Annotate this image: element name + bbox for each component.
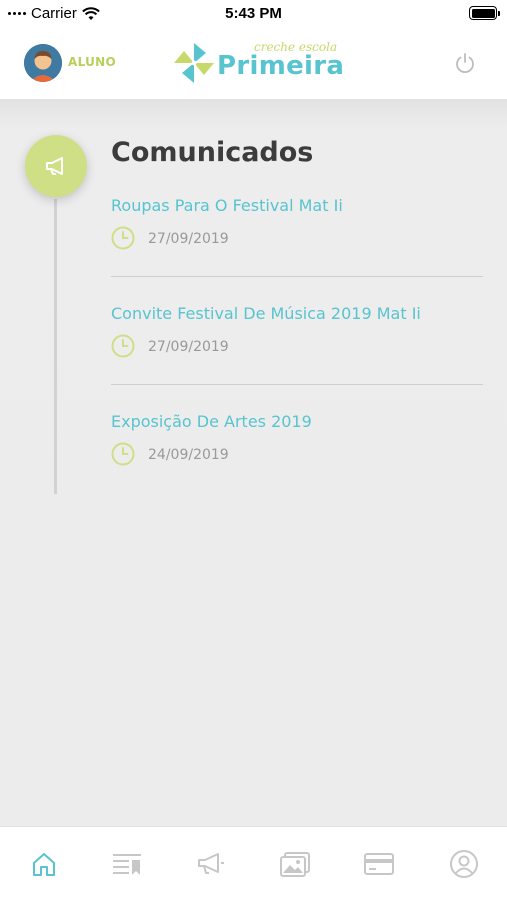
tab-list[interactable] <box>110 847 144 881</box>
battery-icon <box>469 6 500 20</box>
divider <box>111 276 483 277</box>
clock-icon <box>111 442 135 466</box>
list-bookmark-icon <box>113 854 141 875</box>
tab-profile[interactable] <box>447 847 481 881</box>
app-header: ALUNO creche escola Primeira <box>0 28 507 99</box>
megaphone-icon <box>198 853 224 874</box>
status-time: 5:43 PM <box>225 5 282 22</box>
megaphone-icon <box>46 157 63 175</box>
clock-icon <box>111 226 135 250</box>
status-bar: Carrier 5:43 PM <box>0 0 507 28</box>
list-item[interactable]: Roupas Para O Festival Mat Ii 27/09/2019 <box>111 196 483 304</box>
clock-icon <box>111 334 135 358</box>
category-badge <box>25 135 87 197</box>
tab-communications[interactable] <box>193 847 227 881</box>
card-icon <box>364 853 394 875</box>
page-title: Comunicados <box>111 137 314 168</box>
divider <box>111 384 483 385</box>
tab-payments[interactable] <box>362 847 396 881</box>
user-role-label: ALUNO <box>68 55 116 69</box>
tab-home[interactable] <box>27 847 61 881</box>
home-icon <box>33 853 55 876</box>
gallery-icon <box>280 852 310 877</box>
list-item[interactable]: Convite Festival De Música 2019 Mat Ii 2… <box>111 304 483 412</box>
tab-gallery[interactable] <box>278 847 312 881</box>
power-icon[interactable] <box>453 51 477 75</box>
news-title[interactable]: Convite Festival De Música 2019 Mat Ii <box>111 304 421 323</box>
main-content: Comunicados Roupas Para O Festival Mat I… <box>0 99 507 826</box>
pinwheel-logo-icon <box>174 43 214 83</box>
logo-wordmark: Primeira <box>217 51 345 81</box>
app-logo: creche escola Primeira <box>170 38 344 88</box>
news-title[interactable]: Roupas Para O Festival Mat Ii <box>111 196 343 215</box>
avatar-person-icon <box>24 44 62 82</box>
news-date: 27/09/2019 <box>148 231 229 247</box>
news-date: 27/09/2019 <box>148 339 229 355</box>
list-item[interactable]: Exposição De Artes 2019 24/09/2019 <box>111 412 483 520</box>
avatar[interactable] <box>24 44 62 82</box>
timeline-line <box>54 199 57 494</box>
news-date: 24/09/2019 <box>148 447 229 463</box>
news-title[interactable]: Exposição De Artes 2019 <box>111 412 312 431</box>
profile-icon <box>450 850 478 878</box>
bottom-tab-bar <box>0 826 507 900</box>
